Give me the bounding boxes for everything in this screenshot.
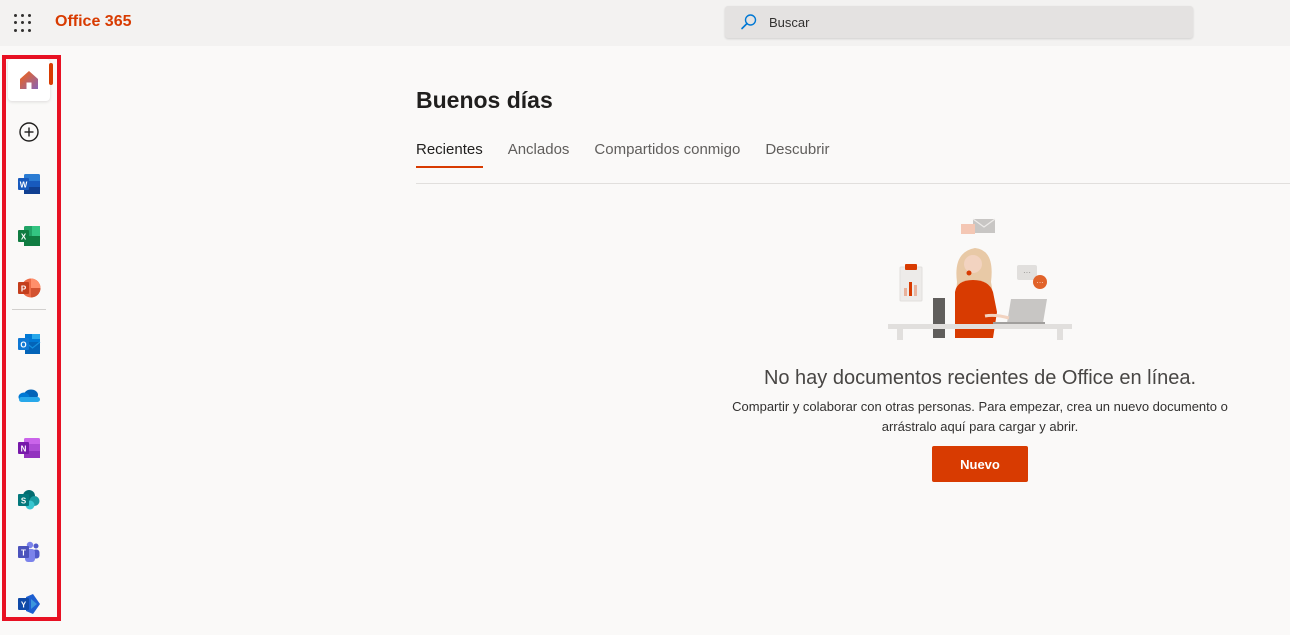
- svg-text:Y: Y: [21, 601, 27, 610]
- rail-word-button[interactable]: W: [8, 163, 50, 205]
- svg-text:W: W: [20, 181, 28, 190]
- rail-create-button[interactable]: [8, 111, 50, 153]
- onedrive-icon: [18, 389, 40, 402]
- search-icon: [741, 14, 757, 30]
- svg-text:X: X: [21, 233, 27, 242]
- rail-home-button[interactable]: [8, 59, 50, 101]
- tab-descubrir[interactable]: Descubrir: [765, 141, 829, 167]
- tabs-divider: [416, 183, 1290, 184]
- top-bar: Office 365: [0, 0, 1290, 46]
- tab-recientes[interactable]: Recientes: [416, 141, 483, 168]
- yammer-icon: Y: [18, 594, 40, 614]
- tab-bar: Recientes Anclados Compartidos conmigo D…: [416, 141, 855, 169]
- rail-powerpoint-button[interactable]: P: [8, 267, 50, 309]
- sharepoint-icon: S: [18, 490, 40, 510]
- new-document-button[interactable]: Nuevo: [932, 446, 1028, 482]
- tab-compartidos[interactable]: Compartidos conmigo: [594, 141, 740, 167]
- rail-onenote-button[interactable]: N: [8, 427, 50, 469]
- onenote-icon: N: [18, 438, 40, 458]
- excel-icon: X: [18, 226, 40, 246]
- active-indicator: [49, 63, 53, 85]
- app-launcher-icon[interactable]: [14, 14, 32, 32]
- empty-state-description: Compartir y colaborar con otras personas…: [700, 397, 1260, 437]
- rail-onedrive-button[interactable]: [8, 375, 50, 417]
- rail-outlook-button[interactable]: O: [8, 323, 50, 365]
- powerpoint-icon: P: [18, 278, 41, 298]
- rail-sharepoint-button[interactable]: S: [8, 479, 50, 521]
- svg-text:···: ···: [1023, 268, 1031, 277]
- outlook-icon: O: [18, 334, 41, 354]
- svg-text:S: S: [21, 497, 27, 506]
- rail-teams-button[interactable]: T: [8, 531, 50, 573]
- empty-desc-line-1: Compartir y colaborar con otras personas…: [732, 399, 1228, 414]
- svg-text:O: O: [20, 341, 26, 350]
- teams-icon: T: [18, 541, 40, 562]
- add-circle-icon: [19, 122, 39, 142]
- search-input[interactable]: [769, 14, 1169, 30]
- svg-text:N: N: [21, 445, 27, 454]
- svg-text:T: T: [21, 549, 26, 558]
- app-rail: W X P O N S T Y: [2, 55, 61, 621]
- page-title: Buenos días: [416, 87, 553, 113]
- brand-title[interactable]: Office 365: [55, 13, 131, 31]
- rail-separator: [12, 309, 46, 310]
- search-box[interactable]: [725, 6, 1193, 38]
- svg-text:P: P: [21, 285, 27, 294]
- empty-state-title: No hay documentos recientes de Office en…: [763, 367, 1197, 389]
- rail-yammer-button[interactable]: Y: [8, 583, 50, 625]
- rail-excel-button[interactable]: X: [8, 215, 50, 257]
- svg-text:···: ···: [1037, 280, 1044, 287]
- word-icon: W: [18, 174, 40, 194]
- empty-desc-line-2: arrástralo aquí para cargar y abrir.: [881, 419, 1079, 434]
- home-icon: [20, 71, 38, 89]
- empty-state-illustration: ··· ···: [888, 218, 1072, 340]
- tab-anclados[interactable]: Anclados: [508, 141, 570, 167]
